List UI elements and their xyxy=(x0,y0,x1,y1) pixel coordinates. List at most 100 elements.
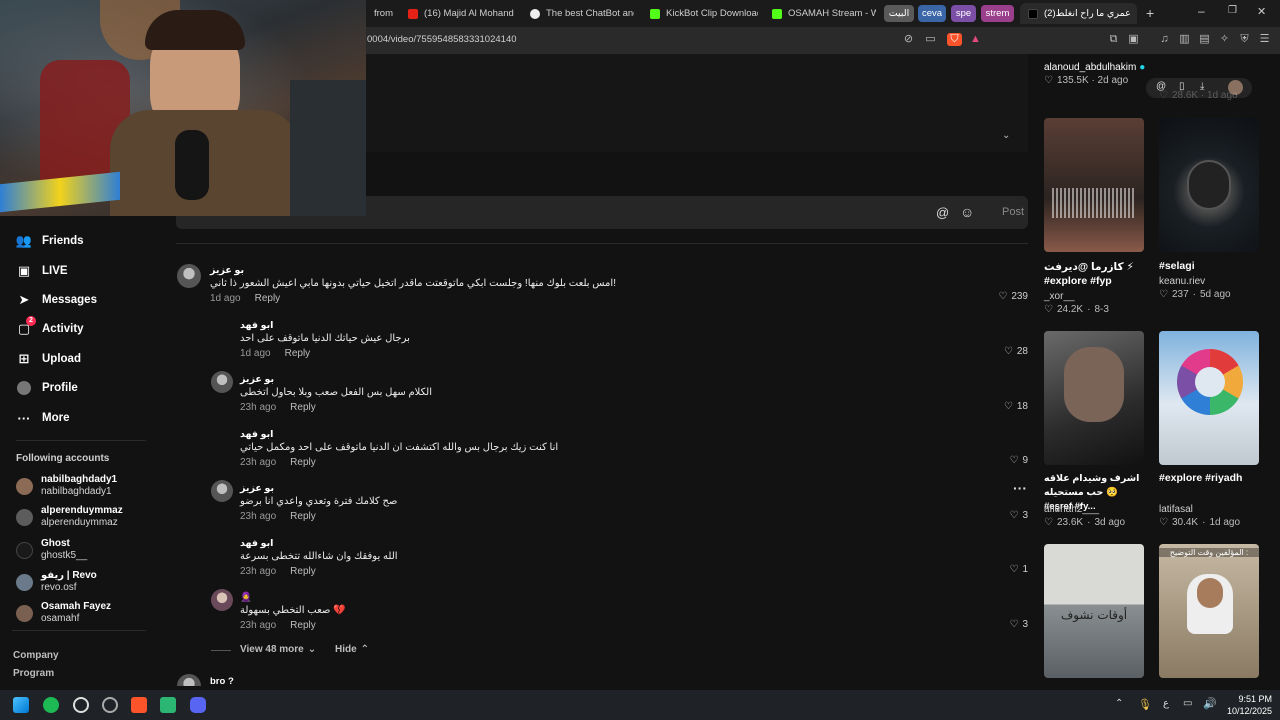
reply-button[interactable]: Reply xyxy=(290,402,316,413)
avatar[interactable] xyxy=(211,371,233,393)
sidebar-item-profile[interactable]: Profile xyxy=(16,380,78,396)
screenshot-icon[interactable]: ▣ xyxy=(1127,33,1140,46)
following-account[interactable]: Ghost ghostk5__ xyxy=(16,538,87,562)
cast-icon[interactable]: ▭ xyxy=(924,33,937,46)
video-caption[interactable]: كازرما @ديرفت ⚡ #explore #fyp xyxy=(1044,260,1144,288)
microphone-icon[interactable]: 🎙 xyxy=(1138,698,1152,711)
like-button[interactable]: ♡ 3 xyxy=(1009,619,1028,630)
avatar[interactable] xyxy=(211,480,233,502)
maximize-icon[interactable]: ❐ xyxy=(1228,5,1237,16)
extensions-icon[interactable]: ⧉ xyxy=(1107,33,1120,46)
tiktok-icon xyxy=(1028,8,1038,19)
view-more-replies-button[interactable]: View 48 more ⌄ xyxy=(240,644,316,655)
chevron-up-icon[interactable]: ⌃ xyxy=(1115,698,1123,709)
video-thumbnail[interactable] xyxy=(1159,331,1259,465)
network-icon[interactable]: ▭ xyxy=(1183,698,1192,709)
heart-icon: ♡ xyxy=(1159,517,1168,528)
wallet-icon[interactable]: ▤ xyxy=(1198,33,1211,46)
reply-button[interactable]: Reply xyxy=(290,511,316,522)
vpn-icon[interactable]: ⛨ xyxy=(1238,33,1251,46)
start-icon[interactable] xyxy=(13,697,29,713)
video-thumbnail[interactable] xyxy=(1044,118,1144,252)
video-thumbnail[interactable] xyxy=(1044,331,1144,465)
emoji-icon[interactable]: ☺ xyxy=(960,204,974,220)
like-button[interactable]: ♡ 18 xyxy=(1004,401,1028,412)
hide-replies-button[interactable]: Hide ⌃ xyxy=(335,644,369,655)
sidebar-item-activity[interactable]: ▢ 2 Activity xyxy=(16,316,84,337)
clock[interactable]: 9:51 PM 10/12/2025 xyxy=(1220,693,1272,717)
comment-reply: بو عزيز صح كلامك فترة وتعدي واعدي انا بر… xyxy=(240,483,398,522)
video-caption[interactable]: #explore #riyadh xyxy=(1159,472,1242,484)
tab-tiktok-active[interactable]: (2)عمري ما راح انغلط✕ xyxy=(1020,3,1137,24)
new-tab-icon[interactable]: + xyxy=(1146,5,1154,21)
no-tracking-icon[interactable]: ⊘ xyxy=(902,33,915,46)
following-account[interactable]: Osamah Fayez osamahf xyxy=(16,601,111,625)
spotify-icon[interactable] xyxy=(43,697,59,713)
video-author[interactable]: _xor__ xyxy=(1044,291,1075,302)
sidebar-item-more[interactable]: ··· More xyxy=(16,410,70,426)
following-account[interactable]: ريفو | Revo revo.osf xyxy=(16,570,97,594)
media-icon[interactable]: ♫ xyxy=(1158,33,1171,46)
like-button[interactable]: ♡ 3 xyxy=(1009,510,1028,521)
post-button[interactable]: Post xyxy=(1002,206,1024,218)
tab-youtube[interactable]: (16) Majid Al Mohandis - xyxy=(400,3,514,24)
sidebar-item-live[interactable]: ▣ LIVE xyxy=(16,263,68,279)
avatar[interactable] xyxy=(211,589,233,611)
following-account[interactable]: nabilbaghdady1 nabilbaghdady1 xyxy=(16,474,117,498)
divider xyxy=(176,243,1028,244)
reply-button[interactable]: Reply xyxy=(290,620,316,631)
sidebar-item-upload[interactable]: ⊞ Upload xyxy=(16,351,81,367)
reply-button[interactable]: Reply xyxy=(255,293,281,304)
video-thumbnail[interactable] xyxy=(1159,118,1259,252)
menu-icon[interactable]: ☰ xyxy=(1258,33,1271,46)
tab-group-strem[interactable]: strem xyxy=(981,5,1014,22)
video-thumbnail[interactable]: أوقات نشوف xyxy=(1044,544,1144,678)
video-author[interactable]: afiunah2___ xyxy=(1044,504,1099,515)
video-author[interactable]: alanoud_abdulhakim ● xyxy=(1044,62,1145,73)
avatar[interactable] xyxy=(177,264,201,288)
like-button[interactable]: ♡ 239 xyxy=(998,291,1028,302)
video-author[interactable]: keanu.riev xyxy=(1159,276,1205,287)
sidebar-toggle-icon[interactable]: ▥ xyxy=(1178,33,1191,46)
like-button[interactable]: ♡ 9 xyxy=(1009,455,1028,466)
language-indicator[interactable]: ع xyxy=(1163,698,1169,709)
tab-chatbot[interactable]: The best ChatBot and W xyxy=(522,3,634,24)
chevron-down-icon[interactable]: ⌄ xyxy=(1002,130,1010,141)
sidebar-item-messages[interactable]: ➤ Messages xyxy=(16,292,97,308)
video-caption[interactable]: #selagi xyxy=(1159,260,1195,272)
obs-icon[interactable] xyxy=(73,697,89,713)
tab-group-home[interactable]: البيت xyxy=(884,5,914,22)
reply-button[interactable]: Reply xyxy=(285,348,311,359)
following-account[interactable]: alperenduymmaz alperenduymmaz xyxy=(16,505,123,529)
mention-icon[interactable]: @ xyxy=(936,205,949,220)
tab-kickbot[interactable]: KickBot Clip Downloader xyxy=(642,3,758,24)
tab-group-spe[interactable]: spe xyxy=(951,5,976,22)
brave-shields-icon[interactable]: ⛉ xyxy=(947,33,962,46)
tab-1[interactable]: from ... xyxy=(366,3,396,24)
footer-company-link[interactable]: Company xyxy=(13,650,59,661)
sidebar-item-friends[interactable]: 👥 Friends xyxy=(16,233,84,249)
more-options-icon[interactable]: ··· xyxy=(1013,480,1027,496)
volume-icon[interactable]: 🔊 xyxy=(1203,697,1217,710)
video-author[interactable]: latifasal xyxy=(1159,504,1193,515)
reply-button[interactable]: Reply xyxy=(290,457,316,468)
like-button[interactable]: ♡ 28 xyxy=(1004,346,1028,357)
minimize-icon[interactable]: – xyxy=(1198,4,1205,18)
tab-kick-stream[interactable]: OSAMAH Stream - Watc xyxy=(764,3,876,24)
comment-author[interactable]: bro ? xyxy=(210,676,234,687)
url-input[interactable]: 0004/video/7559548583331024140 xyxy=(367,34,517,45)
like-button[interactable]: ♡ 1 xyxy=(1009,564,1028,575)
close-window-icon[interactable]: ✕ xyxy=(1257,5,1266,18)
footer-program-link[interactable]: Program xyxy=(13,668,54,679)
sidebar-divider xyxy=(16,440,146,441)
leo-ai-icon[interactable]: ✧ xyxy=(1218,33,1231,46)
brave-rewards-icon[interactable]: ▲ xyxy=(969,33,982,46)
app-icon[interactable] xyxy=(160,697,176,713)
verified-icon: ● xyxy=(1139,62,1146,73)
tab-group-ceva[interactable]: ceva xyxy=(918,5,946,22)
steam-icon[interactable] xyxy=(102,697,118,713)
video-thumbnail[interactable]: المؤلفين وقت التوضيح : xyxy=(1159,544,1259,678)
discord-icon[interactable] xyxy=(190,697,206,713)
brave-icon[interactable] xyxy=(131,697,147,713)
reply-button[interactable]: Reply xyxy=(290,566,316,577)
